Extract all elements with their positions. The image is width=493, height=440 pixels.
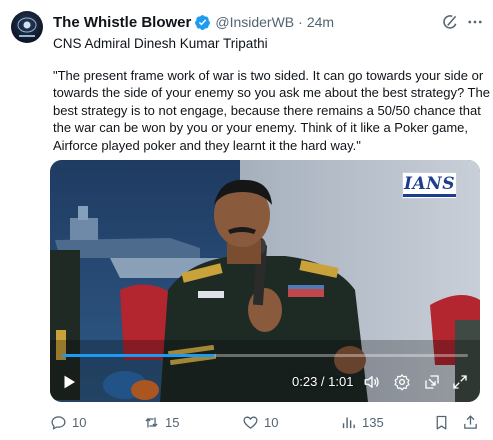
like-icon [243, 416, 258, 429]
grok-icon[interactable] [441, 13, 459, 31]
fullscreen-icon[interactable] [451, 373, 469, 391]
tweet-card[interactable]: The Whistle Blower @InsiderWB · 24m CNS … [0, 0, 493, 440]
views-count: 135 [362, 414, 384, 430]
bookmark-icon [436, 415, 447, 430]
tweet-subtitle: CNS Admiral Dinesh Kumar Tripathi [53, 36, 268, 51]
separator-dot: · [298, 14, 303, 30]
share-icon [464, 414, 477, 429]
tweet-text-line: the war can be won by you or your enemy.… [53, 120, 469, 136]
tweet-text: "The present frame work of war is two si… [53, 67, 490, 154]
tweet-text-line: best strategy is to not engage, because … [53, 102, 481, 118]
play-icon[interactable] [60, 373, 78, 391]
video-timecode: 0:23 / 1:01 [292, 374, 354, 389]
more-icon[interactable] [466, 13, 484, 31]
bookmark-button[interactable] [433, 412, 455, 432]
like-button[interactable]: 10 [242, 412, 278, 432]
pip-icon[interactable] [423, 373, 441, 391]
volume-icon[interactable] [363, 373, 381, 391]
share-button[interactable] [462, 412, 484, 432]
author-name[interactable]: The Whistle Blower [53, 14, 191, 31]
like-count: 10 [264, 414, 279, 430]
repost-icon [145, 417, 158, 427]
video-progress-fill [62, 354, 216, 357]
reply-button[interactable]: 10 [50, 412, 86, 432]
tweet-actions: 10 15 10 135 [50, 412, 490, 432]
logo-text: IANS [404, 174, 455, 194]
settings-icon[interactable] [393, 373, 411, 391]
avatar[interactable] [11, 11, 43, 43]
video-progress-bar[interactable] [62, 354, 468, 357]
timestamp[interactable]: 24m [307, 14, 334, 30]
views-button[interactable]: 135 [340, 412, 384, 432]
tweet-text-line: Airforce played poker and they learnt it… [53, 137, 361, 153]
reply-icon [51, 415, 66, 430]
tweet-header: The Whistle Blower @InsiderWB · 24m [53, 12, 334, 32]
verified-badge-icon [195, 14, 211, 30]
tweet-text-line: "The present frame work of war is two si… [53, 68, 484, 83]
logo-underline [403, 194, 456, 197]
repost-button[interactable]: 15 [143, 412, 179, 432]
video-player[interactable]: IANS 0:23 / 1:01 [50, 160, 480, 402]
tweet-text-line: towards the side of your enemy so you as… [53, 85, 490, 101]
reply-count: 10 [72, 414, 87, 430]
author-handle[interactable]: @InsiderWB [215, 14, 294, 30]
views-icon [342, 417, 355, 428]
repost-count: 15 [165, 414, 180, 430]
ians-logo: IANS [402, 172, 457, 199]
